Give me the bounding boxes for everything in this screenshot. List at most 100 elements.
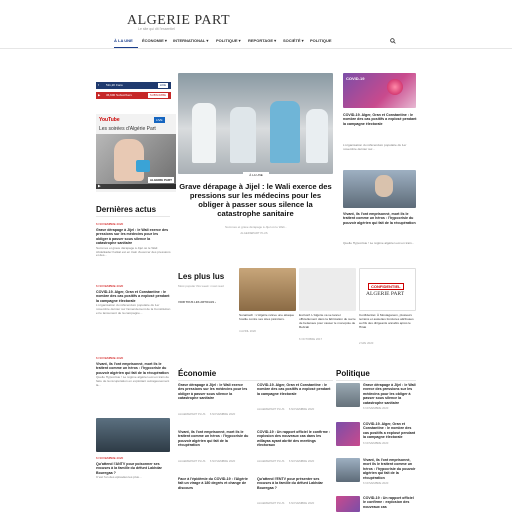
nav-item-reportage[interactable]: REPORTAGE ▾ [248,38,276,43]
politique-item[interactable]: Grave dérapage à Jijel : le Wali exerce … [363,383,417,410]
plus-lus-title[interactable]: Exclusif. L'Algérie va se lancer officie… [299,313,356,330]
economie-item[interactable]: Vivant, ils l'ont emprisonné, mort ils l… [178,430,250,467]
right-mid-title[interactable]: Vivant, ils l'ont emprisonné, mort ils l… [343,212,417,225]
youtube-logo: YouTube [99,117,120,123]
article-title[interactable]: COVID-19 : Un rapport officiel le confir… [257,430,331,448]
plus-lus-date: 4 AVRIL 2020 [239,329,256,333]
plus-lus-view-all-link[interactable]: VOIR TOUS LES ARTICLES › [178,300,216,304]
article-meta: ALGERIEPART PLUS 6 NOVEMBRE 2020 [257,397,331,415]
politique-item[interactable]: COVID-19 : Un rapport officiel le confir… [363,496,417,512]
video-title: Les soirées d'Algérie Part [99,126,156,132]
video-controls[interactable]: ▶ [96,184,176,189]
article-author: ALGERIEPART PLUS [257,458,285,463]
derniers-item[interactable]: 6 NOVEMBRE 2020 Qu'attend l'ANTV pour po… [96,456,171,484]
article-title[interactable]: Vivant, ils l'ont emprisonné, mort ils l… [178,430,250,448]
derniers-item[interactable]: 6 NOVEMBRE 2020 Grave dérapage à Jijel :… [96,222,171,266]
article-author: ALGERIEPART PLUS [257,501,285,506]
politique-thumbnail[interactable] [336,496,360,512]
article-title[interactable]: Vivant, ils l'ont emprisonné, mort ils l… [96,362,171,375]
right-top-title[interactable]: COVID-19. Alger, Oran et Constantine : l… [343,113,417,126]
economie-item[interactable]: COVID-19 : Un rapport officiel le confir… [257,430,331,467]
economie-heading: Économie [178,369,217,378]
site-tagline: Le site qui dit l'essentiel [138,27,175,31]
portrait-image [375,175,393,197]
politique-heading: Politique [336,369,370,378]
politique-item[interactable]: COVID-19. Alger, Oran et Constantine : l… [363,422,417,445]
bouregaa-thumbnail[interactable] [343,170,416,208]
play-icon[interactable]: ▶ [98,184,101,188]
search-icon[interactable] [390,38,396,44]
economie-item[interactable]: Qu'attend l'ENTV pour présenter ses excu… [257,477,331,509]
view-all-label: VOIR TOUS LES ARTICLES [178,300,215,304]
plus-lus-title[interactable]: Confidentiel. À Mostaganem, plusieurs te… [359,313,416,330]
nav-item-a-la-une[interactable]: À LA UNE [114,38,133,43]
article-date: 6 NOVEMBRE 2020 [96,222,124,226]
video-widget[interactable]: YouTube LIVE Les soirées d'Algérie Part … [96,114,176,192]
plus-lus-thumbnail[interactable] [239,268,296,311]
plus-lus-heading: Les plus lus [178,272,225,281]
derniers-divider [96,216,170,217]
derniers-item[interactable]: 6 NOVEMBRE 2020 COVID-19. Alger, Oran et… [96,284,171,331]
economie-item[interactable]: COVID-19. Alger, Oran et Constantine : l… [257,383,331,415]
video-thumbnail[interactable]: ALGERIE PART ▶ [96,134,176,189]
nav-item-politique-menu[interactable]: POLITIQUE ▾ [216,38,241,43]
article-date: 6 NOVEMBRE 2020 [96,284,124,288]
economie-item[interactable]: Face à l'épidémie du COVID-19 : l'Algéri… [178,477,250,490]
plus-lus-thumbnail[interactable] [299,268,356,311]
article-title[interactable]: Face à l'épidémie du COVID-19 : l'Algéri… [178,477,250,490]
nav-item-economie[interactable]: ÉCONOMIE ▾ [142,38,167,43]
doctor-figure [270,101,300,163]
article-author: ALGERIEPART PLUS [178,411,206,416]
youtube-label: Subscribers [116,93,132,97]
nav-item-societe[interactable]: SOCIÉTÉ ▾ [283,38,304,43]
politique-thumbnail[interactable] [336,422,360,446]
chevron-right-icon: › [215,300,216,304]
article-date: 6 NOVEMBRE 2020 [96,456,124,460]
article-date: 6 NOVEMBRE 2020 [288,501,315,506]
facebook-like-button[interactable]: LIKE [157,83,168,88]
article-thumbnail[interactable] [96,418,170,452]
hero-excerpt: Sommes et grave dérapage à Jijel où le W… [225,225,287,229]
article-title[interactable]: Grave dérapage à Jijel : le Wali exerce … [96,228,171,246]
doctor-figure [192,103,216,163]
hero-title[interactable]: Grave dérapage à Jijel : le Wali exerce … [178,182,333,218]
article-meta: ALGERIEPART PLUS 6 NOVEMBRE 2020 [178,402,250,420]
article-title[interactable]: Qu'attend l'ANTV pour poisonner ses excu… [96,462,171,475]
main-nav: À LA UNE ÉCONOMIE ▾ INTERNATIONAL ▾ POLI… [0,35,512,49]
hero-author: ALGERIEPART PLUS [240,231,268,235]
article-title[interactable]: COVID-19. Alger, Oran et Constantine : l… [96,290,171,303]
article-excerpt: L'organisation du référendum populaire d… [96,304,171,316]
article-title[interactable]: Qu'attend l'ENTV pour présenter ses excu… [257,477,331,490]
plus-lus-title[interactable]: Sonatrach : L'Algérie relève une attaque… [239,313,296,322]
facebook-icon: f [98,83,99,87]
youtube-row[interactable]: ▶ 36,600 Subscribers SUBSCRIBE [96,92,171,99]
youtube-subscribe-button[interactable]: SUBSCRIBE [147,93,168,98]
hero-category-tag[interactable]: À LA UNE [243,172,269,178]
virus-image [387,79,403,95]
article-date: 6 NOVEMBRE 2020 [363,481,389,486]
youtube-count: 36,600 [106,93,116,97]
hero-image[interactable] [178,73,333,174]
plus-lus-thumbnail[interactable]: CONFIDENTIEL ALGERIE PART [359,268,416,311]
article-title[interactable]: Vivant, ils l'ont emprisonné, mort ils l… [363,458,417,480]
nav-item-politique[interactable]: POLITIQUE [310,38,332,43]
article-meta: ALGERIEPART PLUS 6 NOVEMBRE 2020 [257,449,331,467]
derniers-item[interactable]: 6 NOVEMBRE 2020 Vivant, ils l'ont empris… [96,356,171,396]
economie-item[interactable]: Grave dérapage à Jijel : le Wali exerce … [178,383,250,420]
politique-thumbnail[interactable] [336,458,360,482]
covid-thumbnail[interactable]: COVID-19 [343,73,416,108]
facebook-row[interactable]: f 511,2K Fans LIKE [96,82,171,89]
article-title[interactable]: Grave dérapage à Jijel : le Wali exerce … [363,383,417,405]
doctor-figure [306,109,328,163]
plus-lus-date: 6 OCTOBRE 2017 [299,337,323,341]
article-title[interactable]: COVID-19 : Un rapport officiel le confir… [363,496,417,509]
article-author: ALGERIEPART PLUS [257,407,285,412]
politique-thumbnail[interactable] [336,383,360,407]
article-date: 6 NOVEMBRE 2020 [288,407,315,412]
politique-item[interactable]: Vivant, ils l'ont emprisonné, mort ils l… [363,458,417,485]
nav-item-international[interactable]: INTERNATIONAL ▾ [173,38,208,43]
article-title[interactable]: COVID-19. Alger, Oran et Constantine : l… [257,383,331,396]
article-title[interactable]: Grave dérapage à Jijel : le Wali exerce … [178,383,250,401]
thumb-brand: ALGERIE PART [366,291,405,297]
article-title[interactable]: COVID-19. Alger, Oran et Constantine : l… [363,422,417,440]
